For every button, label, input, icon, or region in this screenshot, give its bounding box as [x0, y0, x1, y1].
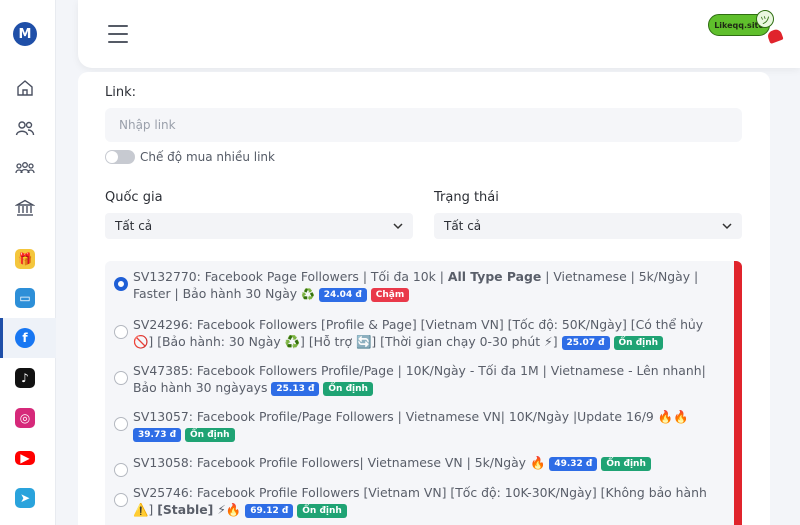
service-radio[interactable] — [114, 325, 128, 339]
status-select[interactable]: Tất cả — [434, 213, 742, 239]
service-text: SV13058: Facebook Profile Followers| Vie… — [133, 455, 550, 470]
chevron-down-icon — [722, 223, 732, 230]
price-badge: 69.12 đ — [245, 504, 294, 518]
youtube-icon[interactable]: ▶ — [13, 446, 37, 470]
recycle-icon: ♻️ — [301, 288, 315, 301]
link-input-placeholder: Nhập link — [119, 118, 176, 132]
home-icon[interactable] — [13, 76, 37, 100]
service-item[interactable]: SV25746: Facebook Profile Followers [Vie… — [105, 484, 727, 518]
country-label: Quốc gia — [105, 190, 163, 205]
service-item[interactable]: SV132770: Facebook Page Followers | Tối … — [105, 268, 727, 303]
users-icon[interactable] — [13, 116, 37, 140]
service-text: ⚡🔥 — [213, 502, 246, 517]
service-radio[interactable] — [114, 463, 128, 477]
service-bold-tag: All Type Page — [447, 269, 542, 284]
country-select[interactable]: Tất cả — [105, 213, 413, 239]
service-item[interactable]: SV47385: Facebook Followers Profile/Page… — [105, 362, 727, 396]
status-badge: Ổn định — [297, 504, 347, 518]
chevron-down-icon — [393, 223, 403, 230]
price-badge: 49.32 đ — [549, 457, 598, 471]
service-bold-tag: [Stable] — [157, 502, 214, 517]
service-item[interactable]: SV13058: Facebook Profile Followers| Vie… — [105, 454, 727, 477]
menu-toggle-icon[interactable] — [108, 25, 128, 43]
service-radio[interactable] — [114, 493, 128, 507]
service-list[interactable]: SV132770: Facebook Page Followers | Tối … — [105, 261, 742, 525]
price-badge: 25.13 đ — [271, 382, 320, 396]
telegram-icon[interactable]: ➤ — [13, 486, 37, 510]
instagram-icon[interactable]: ◎ — [13, 406, 37, 430]
scrollbar-thumb[interactable] — [734, 261, 742, 525]
service-radio[interactable] — [114, 417, 128, 431]
sidebar: M 🎁 ▭ f ♪ ◎ ▶ ➤ — [0, 0, 56, 525]
status-badge: Ổn định — [185, 428, 235, 442]
link-label: Link: — [105, 85, 137, 100]
price-badge: 25.07 đ — [561, 336, 610, 350]
heart-icon — [766, 27, 784, 45]
status-badge: Chậm — [370, 288, 410, 302]
country-select-value: Tất cả — [115, 219, 153, 233]
status-badge: Ổn định — [613, 336, 664, 350]
service-item[interactable]: SV24296: Facebook Followers [Profile & P… — [105, 316, 727, 350]
app-logo[interactable]: M — [13, 22, 37, 46]
price-badge: 39.73 đ — [133, 428, 182, 442]
price-badge: 24.04 đ — [318, 288, 367, 302]
service-text: SV132770: Facebook Page Followers | Tối … — [133, 269, 448, 284]
multi-link-toggle[interactable] — [105, 150, 135, 164]
smile-icon: ツ — [756, 10, 774, 28]
site-logo[interactable]: Likeqq.site ツ — [708, 10, 784, 45]
status-select-value: Tất cả — [444, 219, 482, 233]
status-label: Trạng thái — [434, 190, 499, 205]
tiktok-icon[interactable]: ♪ — [13, 366, 37, 390]
gift-icon[interactable]: 🎁 — [13, 247, 37, 271]
bank-icon[interactable] — [13, 196, 37, 220]
monitor-icon[interactable]: ▭ — [13, 286, 37, 310]
link-input[interactable]: Nhập link — [105, 108, 742, 142]
status-badge: Ổn định — [601, 457, 651, 471]
facebook-icon[interactable]: f — [13, 326, 37, 350]
service-radio[interactable] — [114, 371, 128, 385]
status-badge: Ổn định — [323, 382, 373, 396]
top-header: Likeqq.site ツ — [78, 0, 800, 68]
service-text: SV47385: Facebook Followers Profile/Page… — [133, 363, 706, 395]
service-item[interactable]: SV13057: Facebook Profile/Page Followers… — [105, 408, 727, 442]
service-radio[interactable] — [114, 277, 128, 291]
order-form-card: Link: Nhập link Chế độ mua nhiều link Qu… — [78, 72, 770, 525]
group-icon[interactable] — [13, 156, 37, 180]
service-text: SV13057: Facebook Profile/Page Followers… — [133, 409, 689, 424]
multi-link-label: Chế độ mua nhiều link — [140, 150, 275, 164]
